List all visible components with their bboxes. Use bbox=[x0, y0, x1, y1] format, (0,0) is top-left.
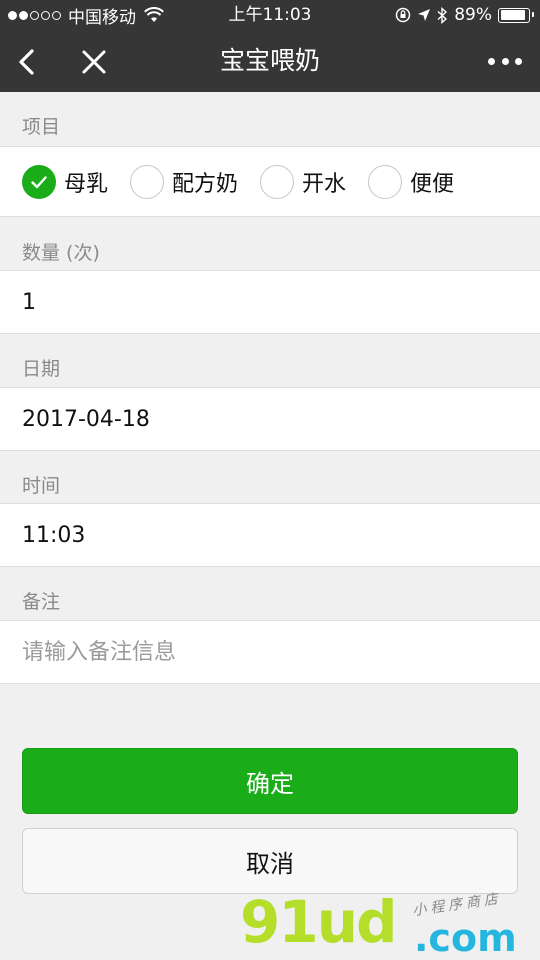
checkmark-icon bbox=[31, 175, 47, 188]
date-value[interactable]: 2017-04-18 bbox=[22, 407, 150, 432]
radio-unchecked-icon[interactable] bbox=[130, 164, 165, 199]
battery-icon bbox=[498, 7, 534, 23]
radio-option[interactable]: 配方奶 bbox=[130, 164, 239, 199]
location-arrow-icon bbox=[418, 9, 431, 21]
note-section-label: 备注 bbox=[22, 591, 61, 613]
radio-option-label: 配方奶 bbox=[172, 171, 239, 197]
radio-option[interactable]: 开水 bbox=[260, 164, 347, 199]
watermark-main-text: 91ud bbox=[240, 888, 398, 956]
watermark-logo: 91ud 小程序商店 .com bbox=[236, 888, 536, 960]
battery-percent: 89% bbox=[454, 5, 492, 25]
quantity-section-label: 数量 (次) bbox=[22, 242, 100, 264]
status-right: 89% bbox=[395, 0, 534, 30]
time-value[interactable]: 11:03 bbox=[22, 523, 85, 548]
more-dots-icon[interactable] bbox=[488, 50, 522, 72]
cancel-button[interactable]: 取消 bbox=[22, 828, 518, 894]
note-cell bbox=[0, 620, 540, 684]
confirm-button[interactable]: 确定 bbox=[22, 748, 518, 814]
page-title: 宝宝喂奶 bbox=[219, 46, 320, 75]
quantity-cell bbox=[0, 270, 540, 334]
date-cell[interactable]: 2017-04-18 bbox=[0, 387, 540, 451]
radio-option[interactable]: 便便 bbox=[368, 164, 455, 199]
status-bar: 中国移动 上午11:03 89% bbox=[0, 0, 540, 30]
radio-option[interactable]: 母乳 bbox=[22, 164, 109, 199]
note-input[interactable] bbox=[22, 639, 502, 665]
navigation-bar: 宝宝喂奶 bbox=[0, 30, 540, 92]
date-section-label: 日期 bbox=[22, 358, 61, 380]
orientation-lock-icon bbox=[395, 7, 411, 23]
battery-level bbox=[500, 10, 525, 20]
radio-option-label: 开水 bbox=[302, 171, 347, 197]
item-radio-group: 母乳 配方奶 开水 便便 bbox=[22, 164, 476, 199]
quantity-input[interactable] bbox=[22, 289, 502, 315]
radio-option-label: 母乳 bbox=[64, 171, 109, 197]
radio-unchecked-icon[interactable] bbox=[368, 164, 403, 199]
radio-unchecked-icon[interactable] bbox=[260, 164, 295, 199]
bluetooth-icon bbox=[437, 6, 448, 24]
watermark-domain: .com bbox=[414, 916, 517, 960]
radio-checked-icon[interactable] bbox=[22, 164, 56, 199]
time-section-label: 时间 bbox=[22, 475, 61, 497]
radio-option-label: 便便 bbox=[410, 171, 455, 197]
time-cell[interactable]: 11:03 bbox=[0, 503, 540, 567]
item-section-label: 项目 bbox=[22, 116, 61, 138]
item-options-cell: 母乳 配方奶 开水 便便 bbox=[0, 146, 540, 217]
